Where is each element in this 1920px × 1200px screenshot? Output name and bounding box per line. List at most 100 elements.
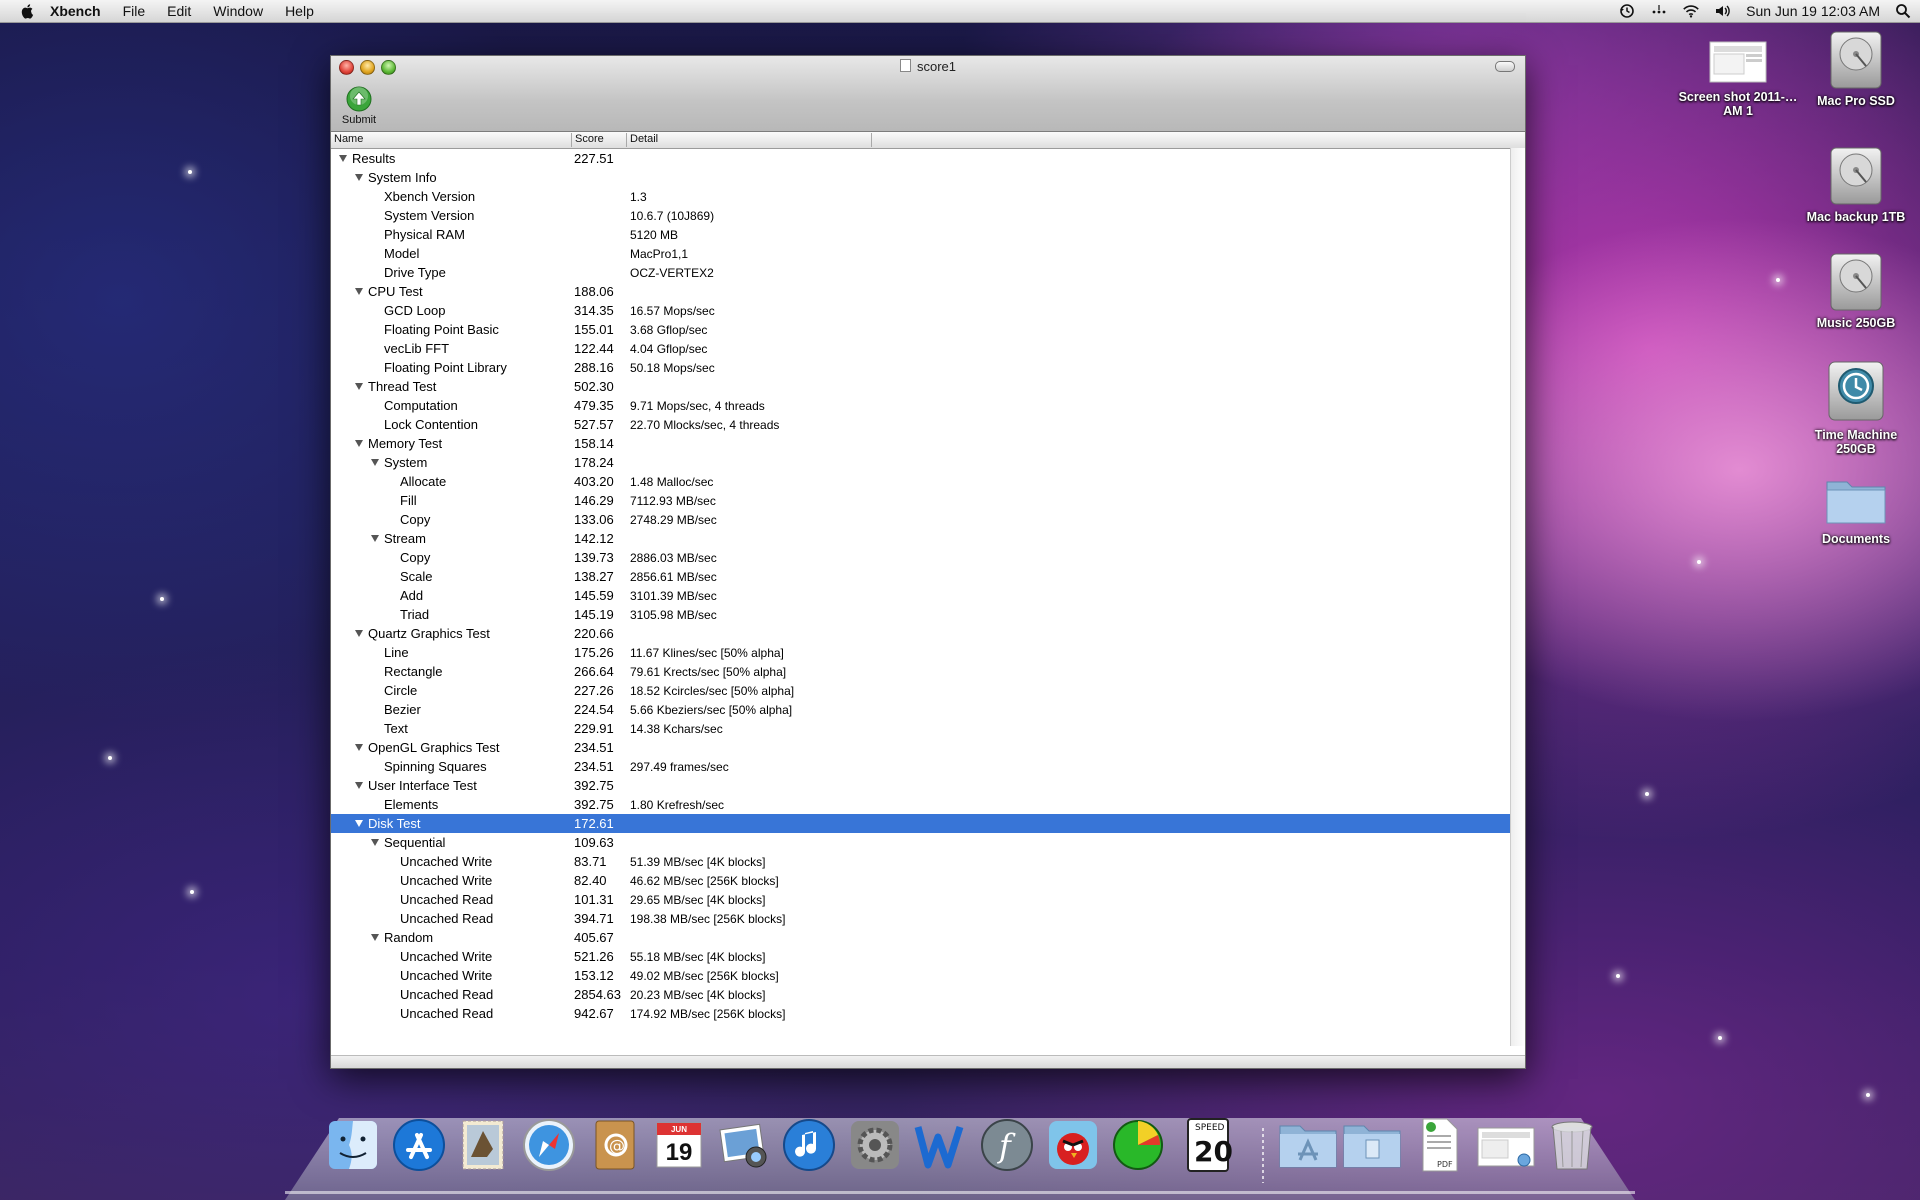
outline-row[interactable]: Thread Test 502.30 <box>331 377 1525 396</box>
spotlight-search-icon[interactable] <box>1894 2 1912 20</box>
dock-item[interactable] <box>1043 1117 1103 1177</box>
desktop-icon-documents[interactable]: Documents <box>1796 472 1916 546</box>
menu-edit[interactable]: Edit <box>167 3 191 19</box>
outline-row[interactable]: Triad 145.19 3105.98 MB/sec <box>331 605 1525 624</box>
outline-row[interactable]: Random 405.67 <box>331 928 1525 947</box>
outline-row[interactable]: Uncached Write 153.12 49.02 MB/sec [256K b… <box>331 966 1525 985</box>
outline-row[interactable]: vecLib FFT 122.44 4.04 Gflop/sec <box>331 339 1525 358</box>
disclosure-triangle-icon[interactable] <box>355 630 363 637</box>
dock-item[interactable] <box>1108 1117 1168 1177</box>
outline-row[interactable]: Disk Test 172.61 <box>331 814 1525 833</box>
outline-row[interactable]: Xbench Version 1.3 <box>331 187 1525 206</box>
disclosure-triangle-icon[interactable] <box>371 535 379 542</box>
dock-item[interactable]: @ <box>584 1117 644 1177</box>
desktop-icon-time-machine[interactable]: Time Machine 250GB <box>1796 356 1916 456</box>
desktop-icon-screenshot[interactable]: Screen shot 2011-… AM 1 <box>1678 40 1798 118</box>
outline-row[interactable]: Results 227.51 <box>331 149 1525 168</box>
outline-row[interactable]: Copy 139.73 2886.03 MB/sec <box>331 548 1525 567</box>
outline-row[interactable]: Drive Type OCZ-VERTEX2 <box>331 263 1525 282</box>
outline-row[interactable]: Elements 392.75 1.80 Krefresh/sec <box>331 795 1525 814</box>
disclosure-triangle-icon[interactable] <box>355 440 363 447</box>
outline-row[interactable]: Copy 133.06 2748.29 MB/sec <box>331 510 1525 529</box>
dock-item[interactable]: SPEED 20 <box>1178 1117 1238 1177</box>
time-machine-icon[interactable] <box>1618 2 1636 20</box>
vertical-scrollbar[interactable] <box>1510 148 1525 1046</box>
outline-row[interactable]: Physical RAM 5120 MB <box>331 225 1525 244</box>
outline-row[interactable]: Add 145.59 3101.39 MB/sec <box>331 586 1525 605</box>
disclosure-triangle-icon[interactable] <box>355 744 363 751</box>
desktop-icon-music[interactable]: Music 250GB <box>1796 250 1916 330</box>
outline-row[interactable]: Memory Test 158.14 <box>331 434 1525 453</box>
title-bar[interactable]: score1 Submit <box>331 56 1525 132</box>
wifi-icon[interactable] <box>1682 2 1700 20</box>
dock-item[interactable]: JUN 19 <box>649 1117 709 1177</box>
disclosure-triangle-icon[interactable] <box>371 934 379 941</box>
outline-row[interactable]: User Interface Test 392.75 <box>331 776 1525 795</box>
outline-row[interactable]: Uncached Read 942.67 174.92 MB/sec [256K b… <box>331 1004 1525 1023</box>
outline-row[interactable]: Fill 146.29 7112.93 MB/sec <box>331 491 1525 510</box>
outline-row[interactable]: Allocate 403.20 1.48 Malloc/sec <box>331 472 1525 491</box>
column-header-detail[interactable]: Detail <box>627 133 872 147</box>
dock-item[interactable]: PDF <box>1410 1117 1470 1177</box>
menu-clock[interactable]: Sun Jun 19 12:03 AM <box>1746 3 1880 19</box>
dock-item[interactable] <box>714 1117 774 1177</box>
outline-row[interactable]: Lock Contention 527.57 22.70 Mlocks/sec, 4… <box>331 415 1525 434</box>
menu-window[interactable]: Window <box>213 3 263 19</box>
outline-row[interactable]: Sequential 109.63 <box>331 833 1525 852</box>
outline-row[interactable]: System 178.24 <box>331 453 1525 472</box>
outline-row[interactable]: OpenGL Graphics Test 234.51 <box>331 738 1525 757</box>
dock-item[interactable] <box>912 1117 972 1177</box>
outline-row[interactable]: Uncached Write 82.40 46.62 MB/sec [256K bl… <box>331 871 1525 890</box>
toolbar-toggle-button[interactable] <box>1495 61 1515 72</box>
outline-row[interactable]: Bezier 224.54 5.66 Kbeziers/sec [50% alpha… <box>331 700 1525 719</box>
volume-icon[interactable] <box>1714 2 1732 20</box>
outline-row[interactable]: Uncached Read 101.31 29.65 MB/sec [4K bloc… <box>331 890 1525 909</box>
desktop-icon-mac-backup[interactable]: Mac backup 1TB <box>1796 144 1916 224</box>
menu-app-name[interactable]: Xbench <box>50 3 101 19</box>
bluetooth-dots-icon[interactable] <box>1650 2 1668 20</box>
outline-row[interactable]: Computation 479.35 9.71 Mops/sec, 4 thread… <box>331 396 1525 415</box>
dock-item[interactable] <box>1342 1117 1402 1177</box>
outline-row[interactable]: Uncached Read 2854.63 20.23 MB/sec [4K blo… <box>331 985 1525 1004</box>
outline-row[interactable]: Floating Point Library 288.16 50.18 Mops/s… <box>331 358 1525 377</box>
outline-row[interactable]: Uncached Write 521.26 55.18 MB/sec [4K blo… <box>331 947 1525 966</box>
outline-row[interactable]: Spinning Squares 234.51 297.49 frames/sec <box>331 757 1525 776</box>
outline-row[interactable]: Uncached Write 83.71 51.39 MB/sec [4K bloc… <box>331 852 1525 871</box>
dock-item[interactable] <box>845 1117 905 1177</box>
dock-item[interactable] <box>1278 1117 1338 1177</box>
column-header-score[interactable]: Score <box>572 133 627 147</box>
menu-file[interactable]: File <box>123 3 146 19</box>
outline-row[interactable]: Line 175.26 11.67 Klines/sec [50% alpha] <box>331 643 1525 662</box>
outline-row[interactable]: System Info <box>331 168 1525 187</box>
disclosure-triangle-icon[interactable] <box>355 820 363 827</box>
outline-row[interactable]: Scale 138.27 2856.61 MB/sec <box>331 567 1525 586</box>
outline-row[interactable]: Model MacPro1,1 <box>331 244 1525 263</box>
column-header-name[interactable]: Name <box>331 133 572 147</box>
outline-row[interactable]: Text 229.91 14.38 Kchars/sec <box>331 719 1525 738</box>
menu-help[interactable]: Help <box>285 3 314 19</box>
dock-item[interactable] <box>453 1117 513 1177</box>
disclosure-triangle-icon[interactable] <box>371 839 379 846</box>
outline-row[interactable]: CPU Test 188.06 <box>331 282 1525 301</box>
desktop-icon-mac-pro-ssd[interactable]: Mac Pro SSD <box>1796 28 1916 108</box>
apple-menu-icon[interactable] <box>20 3 36 19</box>
outline-row[interactable]: Uncached Read 394.71 198.38 MB/sec [256K b… <box>331 909 1525 928</box>
dock-item[interactable] <box>389 1117 449 1177</box>
dock-item[interactable] <box>1476 1117 1536 1177</box>
outline-row[interactable]: Floating Point Basic 155.01 3.68 Gflop/sec <box>331 320 1525 339</box>
submit-button[interactable]: Submit <box>339 86 379 126</box>
disclosure-triangle-icon[interactable] <box>339 155 347 162</box>
outline-row[interactable]: Rectangle 266.64 79.61 Krects/sec [50% alp… <box>331 662 1525 681</box>
dock-item[interactable] <box>779 1117 839 1177</box>
outline-row[interactable]: Circle 227.26 18.52 Kcircles/sec [50% alph… <box>331 681 1525 700</box>
outline-row[interactable]: System Version 10.6.7 (10J869) <box>331 206 1525 225</box>
outline-row[interactable]: Quartz Graphics Test 220.66 <box>331 624 1525 643</box>
outline-row[interactable]: Stream 142.12 <box>331 529 1525 548</box>
dock-item[interactable] <box>1542 1117 1602 1177</box>
dock-item[interactable]: f <box>977 1117 1037 1177</box>
outline-row[interactable]: GCD Loop 314.35 16.57 Mops/sec <box>331 301 1525 320</box>
dock-item[interactable] <box>519 1117 579 1177</box>
disclosure-triangle-icon[interactable] <box>371 459 379 466</box>
disclosure-triangle-icon[interactable] <box>355 174 363 181</box>
disclosure-triangle-icon[interactable] <box>355 383 363 390</box>
